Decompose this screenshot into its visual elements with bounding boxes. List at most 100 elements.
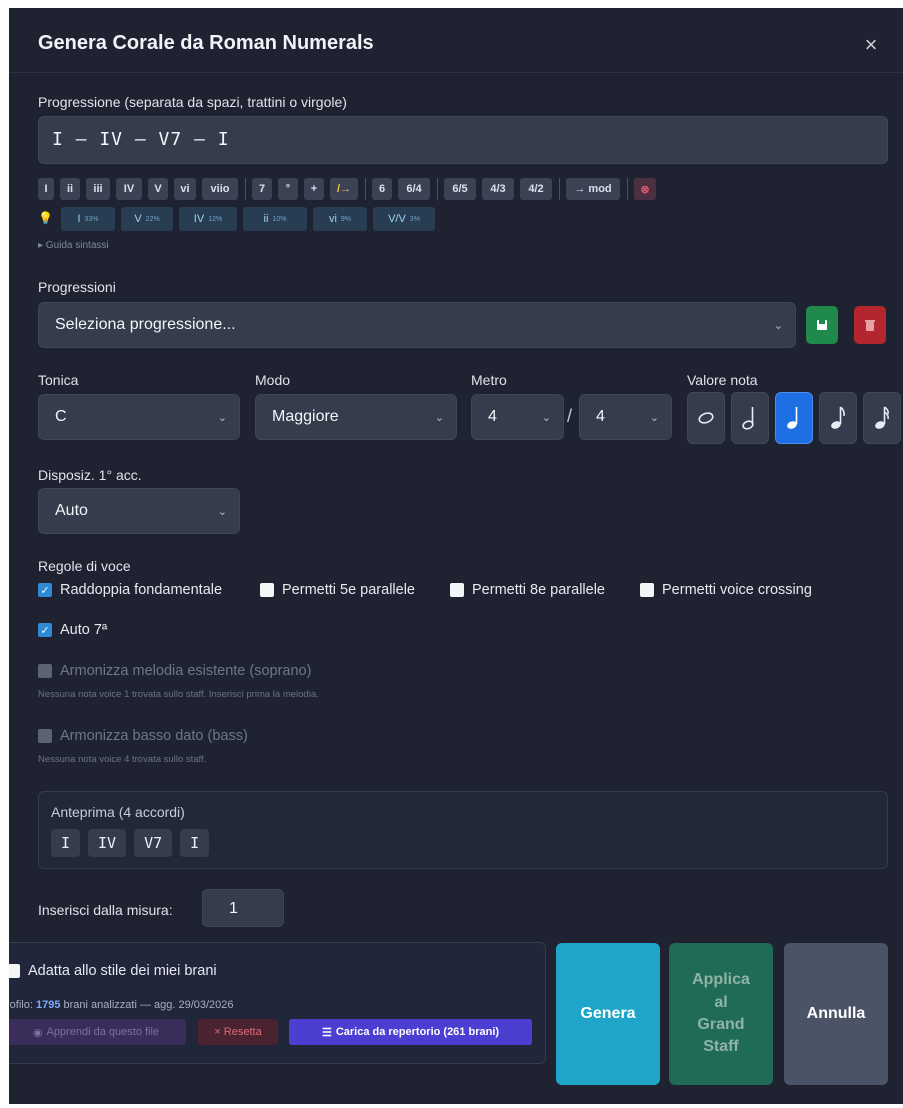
sixteenth-note-icon[interactable] xyxy=(863,392,901,444)
first-chord-select[interactable]: Auto ⌄ xyxy=(38,488,240,534)
chevron-down-icon: ⌄ xyxy=(649,411,659,424)
suggestion-chip[interactable]: I 33% xyxy=(61,207,115,231)
progression-label: Progressione (separata da spazi, trattin… xyxy=(38,94,347,110)
preview-chord: I xyxy=(51,829,81,857)
checkbox-unchecked-icon[interactable] xyxy=(640,583,654,597)
apply-grand-staff-button[interactable]: Applica al Grand Staff xyxy=(669,943,773,1085)
symbol-button-aug[interactable]: + xyxy=(304,178,324,200)
suggestion-chip[interactable]: vi 9% xyxy=(313,207,367,231)
symbol-button-viio[interactable]: viio xyxy=(202,178,238,200)
preview-chord: I xyxy=(180,829,210,857)
symbol-divider xyxy=(365,178,366,200)
symbol-button-6[interactable]: 6 xyxy=(372,178,392,200)
auto-seventh-checkbox[interactable]: ✓ Auto 7ª xyxy=(38,622,107,638)
preview-chord: IV xyxy=(88,829,127,857)
header-divider xyxy=(9,72,903,73)
profile-count: 1795 xyxy=(35,999,61,1011)
suggestion-percent: 12% xyxy=(208,215,223,223)
close-icon[interactable]: × xyxy=(861,32,881,57)
quarter-note-icon[interactable] xyxy=(775,392,813,444)
mode-select[interactable]: Maggiore ⌄ xyxy=(255,394,457,440)
suggestion-percent: 9% xyxy=(340,215,352,223)
style-adapt-checkbox[interactable]: Adatta allo stile dei miei brani xyxy=(9,963,217,979)
tonic-value: C xyxy=(55,408,67,425)
suggestion-label: V/V xyxy=(388,213,406,225)
meter-denominator-select[interactable]: 4 ⌄ xyxy=(579,394,672,440)
checkbox-unchecked-icon[interactable] xyxy=(450,583,464,597)
tonic-select[interactable]: C ⌄ xyxy=(38,394,240,440)
parallel-octaves-checkbox[interactable]: Permetti 8e parallele xyxy=(450,582,605,598)
note-value-group xyxy=(687,392,901,444)
generate-button[interactable]: Genera xyxy=(556,943,660,1085)
preview-chord: V7 xyxy=(134,829,173,857)
whole-note-icon[interactable] xyxy=(687,392,725,444)
eighth-note-icon[interactable] xyxy=(819,392,857,444)
symbol-button-IV[interactable]: IV xyxy=(116,178,142,200)
half-note-icon[interactable] xyxy=(731,392,769,444)
symbol-button-I[interactable]: I xyxy=(38,178,54,200)
symbol-divider xyxy=(627,178,628,200)
checkbox-label: Armonizza melodia esistente (soprano) xyxy=(60,663,312,679)
symbol-button-4-2[interactable]: 4/2 xyxy=(520,178,552,200)
parallel-fifths-checkbox[interactable]: Permetti 5e parallele xyxy=(260,582,415,598)
insert-from-input[interactable]: 1 xyxy=(202,889,284,927)
harmonize-bass-hint: Nessuna nota voice 4 trovata sullo staff… xyxy=(38,754,207,765)
tonic-label: Tonica xyxy=(38,372,79,388)
suggestion-percent: 10% xyxy=(272,215,287,223)
symbol-button-4-3[interactable]: 4/3 xyxy=(482,178,514,200)
chevron-down-icon: ⌄ xyxy=(541,411,551,424)
checkbox-disabled-icon xyxy=(38,729,52,743)
suggestion-label: ii xyxy=(263,213,269,225)
symbol-button-ii[interactable]: ii xyxy=(60,178,80,200)
symbol-button-iii[interactable]: iii xyxy=(86,178,110,200)
checkbox-label: Permetti 8e parallele xyxy=(472,582,605,598)
apply-label-line: Grand xyxy=(697,1016,745,1033)
chevron-down-icon: ⌄ xyxy=(773,319,783,332)
symbol-button-7[interactable]: 7 xyxy=(252,178,272,200)
load-repertoire-button[interactable]: ☰ Carica da repertorio (261 brani) xyxy=(289,1019,532,1045)
chevron-down-icon: ⌄ xyxy=(434,411,444,424)
profile-suffix: brani analizzati — agg. 29/03/2026 xyxy=(63,999,234,1011)
apply-label-line: Applica xyxy=(692,971,750,989)
clear-progression-icon[interactable]: ⊗ xyxy=(634,178,656,200)
symbol-button-6-5[interactable]: 6/5 xyxy=(444,178,476,200)
checkbox-label: Permetti 5e parallele xyxy=(282,582,415,598)
mode-value: Maggiore xyxy=(272,408,339,425)
checkbox-unchecked-icon[interactable] xyxy=(260,583,274,597)
checkbox-unchecked-icon[interactable] xyxy=(9,964,20,978)
meter-separator: / xyxy=(567,406,573,426)
suggestion-chip[interactable]: V/V 3% xyxy=(373,207,435,231)
save-icon[interactable] xyxy=(806,306,838,344)
checkbox-label: Auto 7ª xyxy=(60,622,108,638)
apply-label-line: Staff xyxy=(703,1038,739,1056)
suggestion-chip[interactable]: V 22% xyxy=(121,207,173,231)
symbol-button-secondary[interactable]: /→ xyxy=(330,178,358,200)
reset-button[interactable]: × Resetta xyxy=(198,1019,278,1045)
suggestion-chip[interactable]: IV 12% xyxy=(179,207,237,231)
syntax-guide-toggle[interactable]: ▸ Guida sintassi xyxy=(38,240,109,251)
suggestion-label: IV xyxy=(193,213,205,225)
first-chord-label: Disposiz. 1° acc. xyxy=(38,467,142,483)
books-icon: ☰ xyxy=(321,1026,332,1039)
checkbox-checked-icon[interactable]: ✓ xyxy=(38,583,52,597)
meter-label: Metro xyxy=(471,372,507,388)
symbol-divider xyxy=(245,178,246,200)
suggestion-chip[interactable]: ii 10% xyxy=(243,207,307,231)
checkbox-label: Permetti voice crossing xyxy=(662,582,812,598)
progression-select[interactable]: Seleziona progressione... ⌄ xyxy=(38,302,796,348)
progression-input[interactable]: I – IV – V7 – I xyxy=(38,116,888,164)
trash-icon[interactable] xyxy=(854,306,886,344)
modulation-button[interactable]: → mod xyxy=(566,178,620,200)
meter-numerator-value: 4 xyxy=(488,408,497,425)
learn-from-file-button[interactable]: ◉ Apprendi da questo file xyxy=(9,1019,186,1045)
double-root-checkbox[interactable]: ✓ Raddoppia fondamentale xyxy=(38,582,222,598)
symbol-button-6-4[interactable]: 6/4 xyxy=(398,178,430,200)
symbol-button-V[interactable]: V xyxy=(148,178,168,200)
suggestion-percent: 33% xyxy=(84,215,99,223)
checkbox-checked-icon[interactable]: ✓ xyxy=(38,623,52,637)
meter-numerator-select[interactable]: 4 ⌄ xyxy=(471,394,564,440)
voice-crossing-checkbox[interactable]: Permetti voice crossing xyxy=(640,582,812,598)
symbol-button-dim[interactable]: ° xyxy=(278,178,298,200)
cancel-button[interactable]: Annulla xyxy=(784,943,888,1085)
symbol-button-vi[interactable]: vi xyxy=(174,178,196,200)
